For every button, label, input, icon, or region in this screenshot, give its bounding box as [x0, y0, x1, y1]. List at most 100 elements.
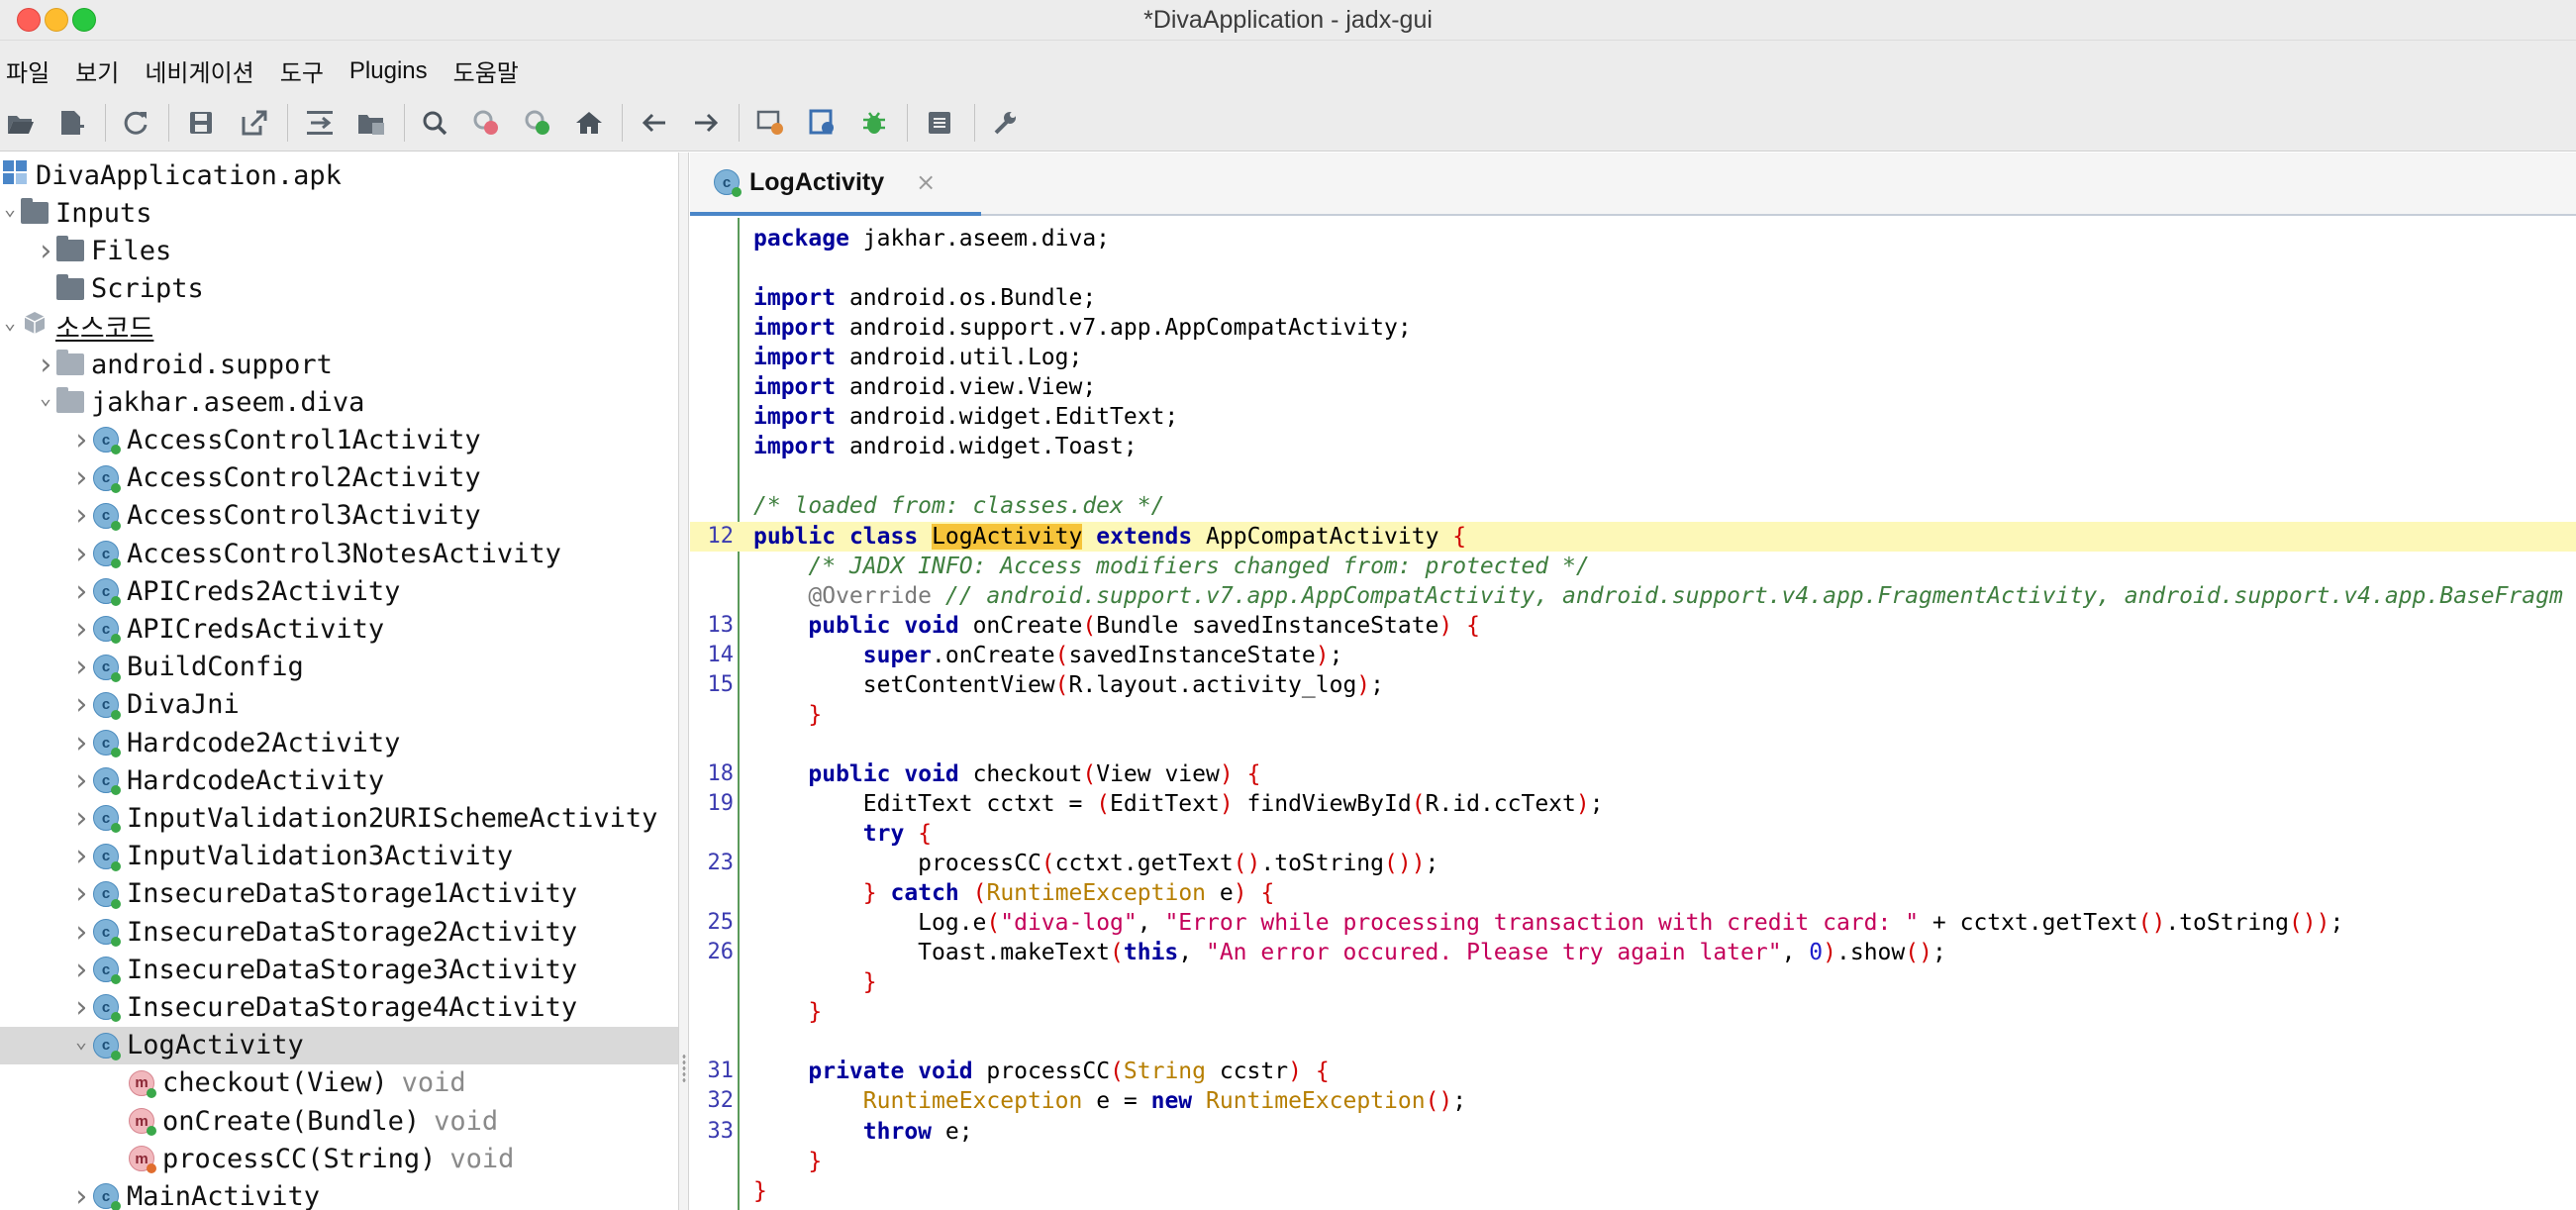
code-line[interactable]: 25 Log.e("diva-log", "Error while proces…	[690, 908, 2576, 938]
find-usage-icon[interactable]	[521, 106, 554, 140]
code-line[interactable]: }	[690, 700, 2576, 730]
tree-item[interactable]: › c AccessControl2Activity	[0, 459, 678, 497]
tree-item[interactable]: › android.support	[0, 346, 678, 383]
debugger-icon[interactable]	[857, 106, 891, 140]
chevron-down-icon[interactable]: ⌄	[0, 189, 20, 227]
code-line[interactable]: import android.widget.EditText;	[690, 402, 2576, 432]
tree-item[interactable]: ⌄ c LogActivity	[0, 1026, 678, 1064]
tree-item[interactable]: › c AccessControl3NotesActivity	[0, 535, 678, 572]
tree-item[interactable]: › c BuildConfig	[0, 649, 678, 686]
code-line[interactable]: /* loaded from: classes.dex */	[690, 491, 2576, 521]
menu-file[interactable]: 파일	[4, 53, 51, 88]
chevron-right-icon[interactable]: ›	[71, 535, 91, 572]
chevron-right-icon[interactable]: ›	[71, 459, 91, 497]
code-line[interactable]: 13 public void onCreate(Bundle savedInst…	[690, 611, 2576, 641]
code-line[interactable]: 32 RuntimeException e = new RuntimeExcep…	[690, 1086, 2576, 1116]
chevron-right-icon[interactable]: ›	[71, 913, 91, 951]
export-icon[interactable]	[238, 106, 271, 140]
tree-item[interactable]: › c DivaJni	[0, 686, 678, 724]
menu-help[interactable]: 도움말	[451, 53, 521, 88]
code-line[interactable]: 33 throw e;	[690, 1117, 2576, 1147]
code-line[interactable]: /* JADX INFO: Access modifiers changed f…	[690, 552, 2576, 581]
code-line[interactable]: import android.os.Bundle;	[690, 283, 2576, 313]
tree-item[interactable]: › c AccessControl1Activity	[0, 421, 678, 458]
code-line[interactable]	[690, 730, 2576, 759]
tree-item[interactable]: › c InsecureDataStorage1Activity	[0, 875, 678, 913]
chevron-right-icon[interactable]: ›	[71, 610, 91, 648]
code-line[interactable]: 23 processCC(cctxt.getText().toString())…	[690, 849, 2576, 878]
tree-item[interactable]: › c InputValidation3Activity	[0, 838, 678, 875]
tree-item[interactable]: › c APICredsActivity	[0, 610, 678, 648]
reload-icon[interactable]	[119, 106, 152, 140]
code-line[interactable]: 18 public void checkout(View view) {	[690, 759, 2576, 789]
code-line[interactable]: } catch (RuntimeException e) {	[690, 878, 2576, 908]
tree-item[interactable]: › c MainActivity	[0, 1177, 678, 1210]
back-icon[interactable]	[638, 106, 671, 140]
open-file-icon[interactable]	[4, 106, 38, 140]
flatten-packages-icon[interactable]	[354, 106, 388, 140]
tree-item[interactable]: DivaApplication.apk	[0, 156, 678, 194]
add-files-icon[interactable]	[55, 106, 89, 140]
code-line[interactable]: 15 setContentView(R.layout.activity_log)…	[690, 670, 2576, 700]
tree-item[interactable]: m processCC(String) void	[0, 1140, 678, 1177]
chevron-right-icon[interactable]: ›	[36, 232, 55, 269]
project-tree[interactable]: DivaApplication.apk ⌄ Inputs › Files Scripts ⌄…	[0, 152, 679, 1210]
tree-item[interactable]: ⌄ 소스코드	[0, 308, 678, 346]
preferences-icon[interactable]	[988, 106, 1022, 140]
code-line[interactable]: import android.util.Log;	[690, 343, 2576, 372]
chevron-right-icon[interactable]: ›	[71, 649, 91, 686]
log-viewer-icon[interactable]	[923, 106, 956, 140]
tree-item[interactable]: m checkout(View) void	[0, 1064, 678, 1102]
tree-item[interactable]: › Files	[0, 232, 678, 269]
code-line[interactable]: try {	[690, 819, 2576, 849]
tree-item[interactable]: ⌄ Inputs	[0, 194, 678, 232]
tab-logactivity[interactable]: c LogActivity ×	[690, 152, 981, 216]
chevron-down-icon[interactable]: ⌄	[36, 378, 55, 416]
code-line[interactable]	[690, 253, 2576, 283]
code-line[interactable]: }	[690, 997, 2576, 1027]
tree-item[interactable]: ⌄ jakhar.aseem.diva	[0, 383, 678, 421]
chevron-right-icon[interactable]: ›	[71, 686, 91, 724]
find-class-icon[interactable]	[469, 106, 503, 140]
menu-view[interactable]: 보기	[73, 53, 121, 88]
code-line[interactable]	[690, 1027, 2576, 1057]
close-icon[interactable]: ×	[916, 168, 936, 196]
tree-item[interactable]: m onCreate(Bundle) void	[0, 1102, 678, 1140]
chevron-down-icon[interactable]: ⌄	[71, 1022, 91, 1059]
chevron-right-icon[interactable]: ›	[71, 799, 91, 837]
decompile-all-icon[interactable]	[806, 106, 840, 140]
code-line[interactable]: 31 private void processCC(String ccstr) …	[690, 1057, 2576, 1086]
code-line[interactable]: import android.widget.Toast;	[690, 432, 2576, 461]
panel-splitter[interactable]	[679, 152, 689, 1210]
chevron-right-icon[interactable]: ›	[71, 421, 91, 458]
code-line[interactable]: 12 public class LogActivity extends AppCo…	[690, 521, 2576, 552]
tree-item[interactable]: › c AccessControl3Activity	[0, 497, 678, 535]
code-line[interactable]: }	[690, 967, 2576, 997]
chevron-right-icon[interactable]: ›	[71, 761, 91, 799]
save-icon[interactable]	[184, 106, 218, 140]
code-line[interactable]	[690, 461, 2576, 491]
tree-item[interactable]: Scripts	[0, 270, 678, 308]
menu-tools[interactable]: 도구	[278, 53, 326, 88]
chevron-right-icon[interactable]: ›	[71, 497, 91, 535]
code-line[interactable]: 14 super.onCreate(savedInstanceState);	[690, 641, 2576, 670]
chevron-right-icon[interactable]: ›	[71, 1177, 91, 1210]
code-line[interactable]: 26 Toast.makeText(this, "An error occure…	[690, 938, 2576, 967]
menu-navigation[interactable]: 네비게이션	[143, 53, 255, 88]
code-line[interactable]: package jakhar.aseem.diva;	[690, 224, 2576, 253]
chevron-right-icon[interactable]: ›	[71, 951, 91, 988]
tree-item[interactable]: › c APICreds2Activity	[0, 572, 678, 610]
code-line[interactable]: 19 EditText cctxt = (EditText) findViewB…	[690, 789, 2576, 819]
tree-item[interactable]: › c HardcodeActivity	[0, 761, 678, 799]
forward-icon[interactable]	[689, 106, 723, 140]
code-line[interactable]: import android.view.View;	[690, 372, 2576, 402]
code-line[interactable]: }	[690, 1176, 2576, 1206]
chevron-right-icon[interactable]: ›	[71, 875, 91, 913]
tree-item[interactable]: › c InsecureDataStorage3Activity	[0, 951, 678, 988]
code-line[interactable]: }	[690, 1147, 2576, 1176]
chevron-right-icon[interactable]: ›	[71, 572, 91, 610]
sync-tree-icon[interactable]	[303, 106, 337, 140]
search-icon[interactable]	[418, 106, 451, 140]
tree-item[interactable]: › c InputValidation2URISchemeActivity	[0, 799, 678, 837]
code-editor[interactable]: package jakhar.aseem.diva; import android…	[690, 218, 2576, 1210]
